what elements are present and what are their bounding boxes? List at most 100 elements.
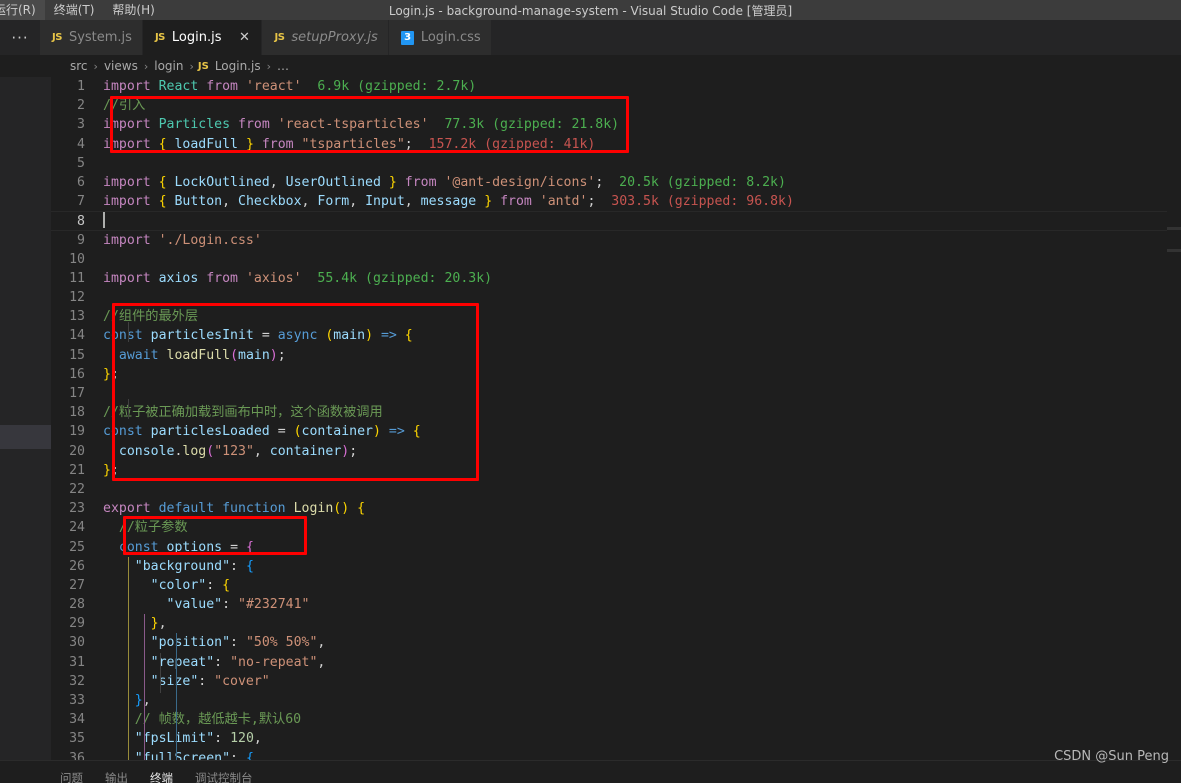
- breadcrumb-separator: ›: [93, 59, 98, 73]
- css-icon: 3: [400, 30, 414, 45]
- code-line[interactable]: 16};: [51, 365, 1181, 384]
- code-line[interactable]: 5: [51, 154, 1181, 173]
- line-number: 8: [77, 214, 85, 230]
- tab-label: Login.css: [420, 30, 481, 45]
- menu-item-help[interactable]: 帮助(H): [103, 0, 163, 20]
- breadcrumb-item-login[interactable]: login: [152, 59, 185, 73]
- breadcrumb-item-symbols[interactable]: …: [275, 59, 291, 73]
- indent-guide: [128, 557, 129, 760]
- editor-area: 1 import React from 'react' 6.9k (gzipped…: [0, 77, 1181, 760]
- indent-guide: [160, 653, 161, 693]
- code-line[interactable]: 24 //粒子参数: [51, 518, 1181, 537]
- code-line[interactable]: 33 },: [51, 691, 1181, 710]
- line-number: 7: [77, 194, 85, 210]
- tab-setupproxy-js[interactable]: JS setupProxy.js: [262, 20, 389, 55]
- close-icon[interactable]: ✕: [237, 30, 251, 45]
- code-line[interactable]: 36 "fullScreen": {: [51, 749, 1181, 760]
- line-code: import React from 'react' 6.9k (gzipped:…: [103, 79, 477, 94]
- tab-system-js[interactable]: JS System.js: [40, 20, 143, 55]
- code-line[interactable]: 22: [51, 480, 1181, 499]
- line-number: 24: [69, 520, 85, 536]
- line-number: 13: [69, 309, 85, 325]
- line-number: 20: [69, 443, 85, 459]
- code-line[interactable]: 14 const particlesInit = async (main) => …: [51, 326, 1181, 345]
- code-line[interactable]: 11 import axios from 'axios' 55.4k (gzipp…: [51, 269, 1181, 288]
- panel-tab-list[interactable]: 问题 输出 终端 调试控制台: [0, 761, 1181, 783]
- line-number: 1: [77, 79, 85, 94]
- menu-item-run[interactable]: 运行(R): [0, 0, 45, 20]
- menu-bar[interactable]: 运行(R) 终端(T) 帮助(H): [0, 0, 164, 20]
- tab-label: System.js: [68, 30, 132, 45]
- breadcrumb-separator: ›: [189, 59, 194, 73]
- breadcrumb[interactable]: src › views › login › JS Login.js › …: [0, 55, 1181, 77]
- line-code: import axios from 'axios' 55.4k (gzipped…: [103, 270, 493, 286]
- panel-tab-debug-console[interactable]: 调试控制台: [195, 761, 253, 783]
- line-code: "repeat": "no-repeat",: [150, 654, 326, 670]
- code-line[interactable]: 12: [51, 288, 1181, 307]
- js-icon: JS: [154, 32, 165, 43]
- code-line[interactable]: 32 "size": "cover": [51, 672, 1181, 691]
- code-line[interactable]: 3 import Particles from 'react-tsparticle…: [51, 115, 1181, 134]
- code-line[interactable]: 13 //组件的最外层: [51, 307, 1181, 326]
- menu-item-terminal[interactable]: 终端(T): [45, 0, 104, 20]
- line-code: //粒子被正确加载到画布中时，这个函数被调用: [103, 405, 383, 421]
- code-line[interactable]: 35 "fpsLimit": 120,: [51, 729, 1181, 748]
- code-line[interactable]: 19 const particlesLoaded = (container) =>…: [51, 422, 1181, 441]
- line-number: 4: [77, 136, 85, 152]
- code-line[interactable]: 34 // 帧数，越低越卡,默认60: [51, 710, 1181, 729]
- code-line[interactable]: 23 export default function Login() {: [51, 499, 1181, 518]
- line-number: 22: [69, 481, 85, 497]
- code-content[interactable]: 1 import React from 'react' 6.9k (gzipped…: [51, 77, 1181, 760]
- breadcrumb-item-views[interactable]: views: [102, 59, 140, 73]
- indent-guide: [128, 322, 129, 342]
- code-line[interactable]: 27 "color": {: [51, 576, 1181, 595]
- code-line[interactable]: 18 //粒子被正确加载到画布中时，这个函数被调用: [51, 403, 1181, 422]
- code-line[interactable]: 6 import { LockOutlined, UserOutlined } f…: [51, 173, 1181, 192]
- panel-tab-output[interactable]: 输出: [105, 761, 128, 783]
- code-line[interactable]: 4 import { loadFull } from "tsparticles";…: [51, 135, 1181, 154]
- overview-ruler[interactable]: [1167, 77, 1181, 760]
- code-line[interactable]: 2 //引入: [51, 96, 1181, 115]
- code-line[interactable]: 26 "background": {: [51, 557, 1181, 576]
- code-line[interactable]: 30 "position": "50% 50%",: [51, 633, 1181, 652]
- code-line[interactable]: 7 import { Button, Checkbox, Form, Input,…: [51, 192, 1181, 211]
- code-line[interactable]: 31 "repeat": "no-repeat",: [51, 653, 1181, 672]
- line-number: 10: [69, 251, 85, 267]
- line-code: import Particles from 'react-tsparticles…: [103, 117, 620, 133]
- line-code: //粒子参数: [118, 520, 188, 536]
- line-code: console.log("123", container);: [118, 443, 358, 459]
- line-code: "color": {: [150, 577, 231, 593]
- breadcrumb-separator: ›: [143, 59, 149, 73]
- line-number: 19: [69, 424, 85, 440]
- code-line[interactable]: 15 await loadFull(main);: [51, 346, 1181, 365]
- breadcrumb-separator: ›: [266, 59, 271, 73]
- code-line[interactable]: 21};: [51, 461, 1181, 480]
- line-number: 23: [69, 501, 85, 517]
- tab-overflow-button[interactable]: ···: [0, 20, 40, 55]
- line-code: import { Button, Checkbox, Form, Input, …: [103, 194, 794, 210]
- breadcrumb-item-src[interactable]: src: [68, 59, 90, 73]
- panel-tab-problems[interactable]: 问题: [60, 761, 83, 783]
- panel-tab-terminal[interactable]: 终端: [150, 761, 173, 783]
- line-number: 35: [69, 731, 85, 747]
- code-line[interactable]: 10: [51, 250, 1181, 269]
- line-code: import './Login.css': [103, 232, 262, 248]
- left-strip-highlight: [0, 425, 51, 449]
- code-line[interactable]: 9 import './Login.css': [51, 231, 1181, 250]
- breadcrumb-item-file[interactable]: Login.js: [213, 59, 263, 73]
- code-line[interactable]: 20 console.log("123", container);: [51, 442, 1181, 461]
- line-code: };: [103, 366, 119, 382]
- code-line[interactable]: 25 const options = {: [51, 538, 1181, 557]
- watermark: CSDN @Sun Peng: [1054, 749, 1169, 764]
- line-number: 14: [69, 328, 85, 344]
- code-line[interactable]: 8: [51, 211, 1181, 231]
- tab-login-js[interactable]: JS Login.js ✕: [142, 20, 263, 55]
- text-cursor: [103, 212, 105, 229]
- code-line[interactable]: 29 },: [51, 614, 1181, 633]
- overview-mark: [1167, 227, 1181, 230]
- code-line[interactable]: 28 "value": "#232741": [51, 595, 1181, 614]
- tab-login-css[interactable]: 3 Login.css: [388, 20, 492, 55]
- code-line[interactable]: 1 import React from 'react' 6.9k (gzipped…: [51, 77, 1181, 96]
- line-code: export default function Login() {: [103, 501, 366, 517]
- code-line[interactable]: 17: [51, 384, 1181, 403]
